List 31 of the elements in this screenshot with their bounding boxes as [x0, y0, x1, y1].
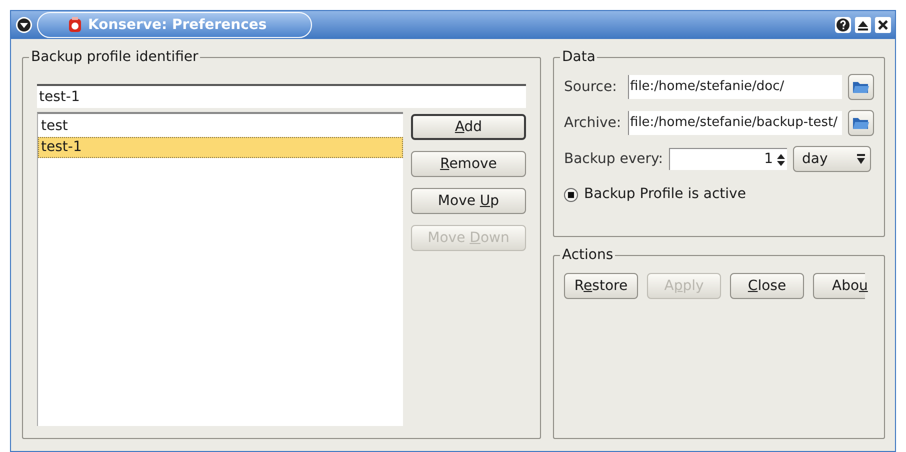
list-action-button[interactable]: Remove — [411, 151, 526, 177]
shade-icon[interactable] — [855, 17, 871, 33]
action-button[interactable]: Abou — [813, 273, 865, 299]
close-icon[interactable] — [875, 17, 891, 33]
unit-dropdown[interactable]: day — [793, 146, 872, 172]
action-button[interactable]: Close — [730, 273, 804, 299]
browse-button[interactable] — [848, 110, 874, 136]
active-label: Backup Profile is active — [584, 185, 746, 204]
profile-name-field[interactable]: test-1 — [37, 84, 526, 108]
profile-item[interactable]: test — [38, 116, 403, 137]
interval-spinbox[interactable]: 1 — [669, 148, 788, 170]
group-title: Backup profile identifier — [29, 48, 200, 66]
dropdown-arrow-icon — [856, 153, 866, 165]
help-icon[interactable] — [835, 17, 851, 33]
list-action-button[interactable]: Add — [411, 114, 526, 140]
profile-item[interactable]: test-1 — [38, 137, 403, 158]
source-field[interactable]: file:/home/stefanie/doc/ — [628, 75, 842, 99]
window-title: Konserve: Preferences — [88, 16, 267, 34]
source-label: Source: — [564, 78, 618, 96]
archive-label: Archive: — [564, 114, 622, 132]
app-icon — [68, 17, 82, 33]
folder-icon — [852, 116, 870, 130]
browse-button[interactable] — [848, 74, 874, 100]
list-action-button[interactable]: Move Up — [411, 188, 526, 214]
menu-icon[interactable] — [15, 16, 33, 34]
backup-every-label: Backup every: — [564, 150, 664, 168]
folder-icon — [852, 80, 870, 94]
spin-arrows-icon — [777, 152, 786, 166]
archive-field[interactable]: file:/home/stefanie/backup-test/ — [628, 111, 842, 135]
action-button[interactable]: Restore — [564, 273, 638, 299]
radio-button[interactable] — [564, 188, 578, 202]
